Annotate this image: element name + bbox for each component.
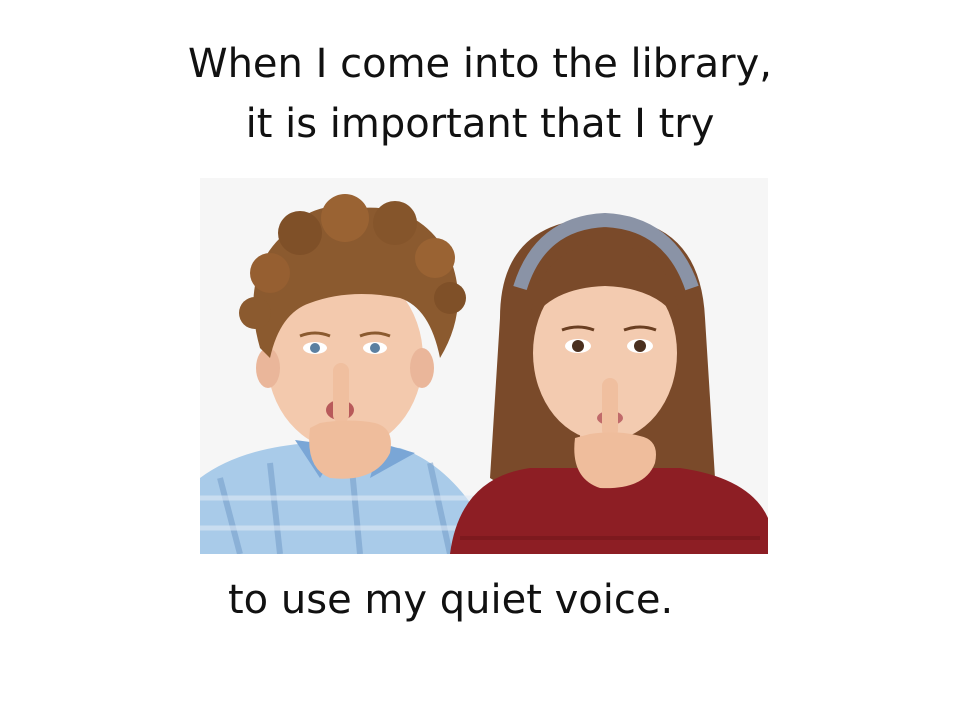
title-line-1: When I come into the library, [188,41,772,87]
slide-caption: to use my quiet voice. [228,577,674,623]
slide-title: When I come into the library, it is impo… [80,34,880,154]
children-shushing-photo [200,178,768,554]
title-line-2: it is important that I try [245,101,715,147]
slide: When I come into the library, it is impo… [0,0,960,720]
